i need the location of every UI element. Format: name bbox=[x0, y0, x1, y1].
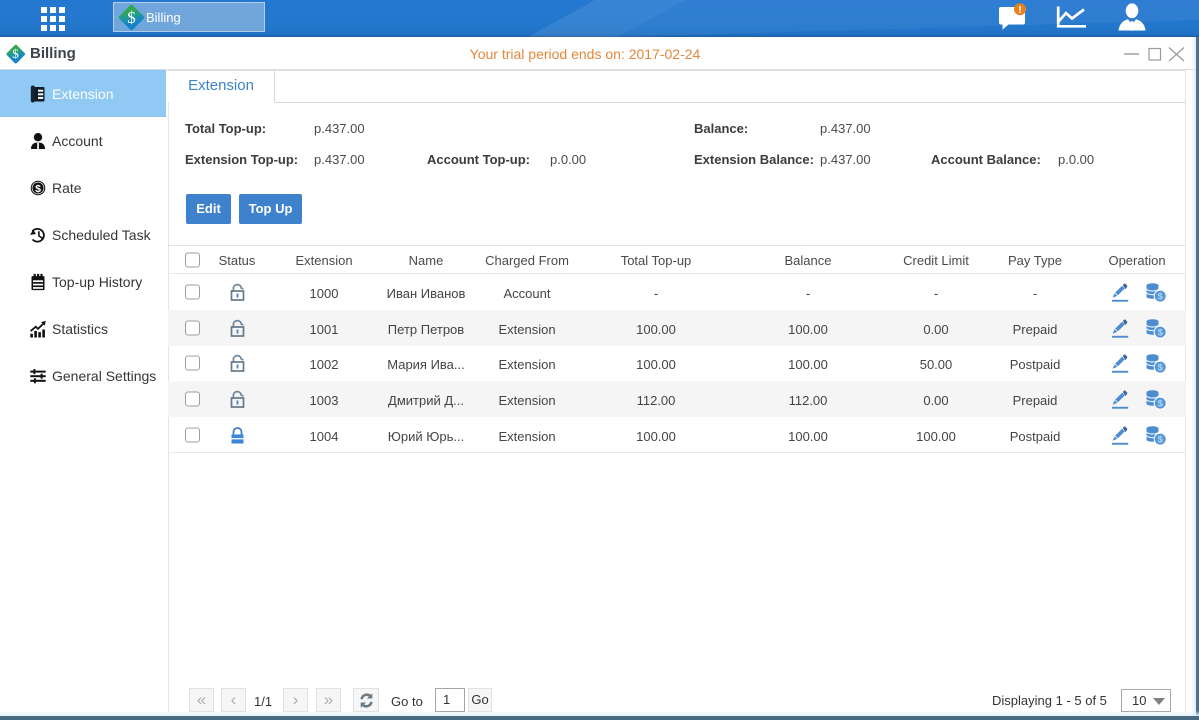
svg-text:!: ! bbox=[1018, 5, 1021, 16]
svg-text:$: $ bbox=[35, 182, 41, 194]
